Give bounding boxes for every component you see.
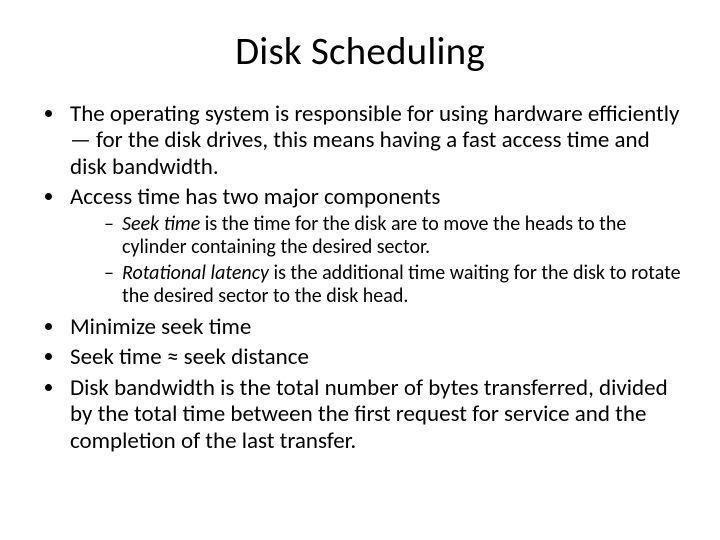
bullet-text: Access time has two major components <box>70 183 440 211</box>
slide: Disk Scheduling The operating system is … <box>0 0 720 540</box>
sub-bullet-item: Seek time is the time for the disk are t… <box>104 213 682 259</box>
bullet-item: The operating system is responsible for … <box>66 101 682 180</box>
bullet-item: Minimize seek time <box>66 314 682 340</box>
bullet-list: The operating system is responsible for … <box>38 101 682 454</box>
bullet-item: Seek time ≈ seek distance <box>66 344 682 370</box>
sub-bullet-item: Rotational latency is the additional tim… <box>104 262 682 308</box>
bullet-item: Disk bandwidth is the total number of by… <box>66 375 682 454</box>
bullet-item: Access time has two major components See… <box>66 184 682 307</box>
italic-term: Rotational latency <box>122 261 269 285</box>
italic-term: Seek time <box>122 212 200 236</box>
sub-bullet-list: Seek time is the time for the disk are t… <box>70 213 682 308</box>
slide-title: Disk Scheduling <box>38 28 682 75</box>
